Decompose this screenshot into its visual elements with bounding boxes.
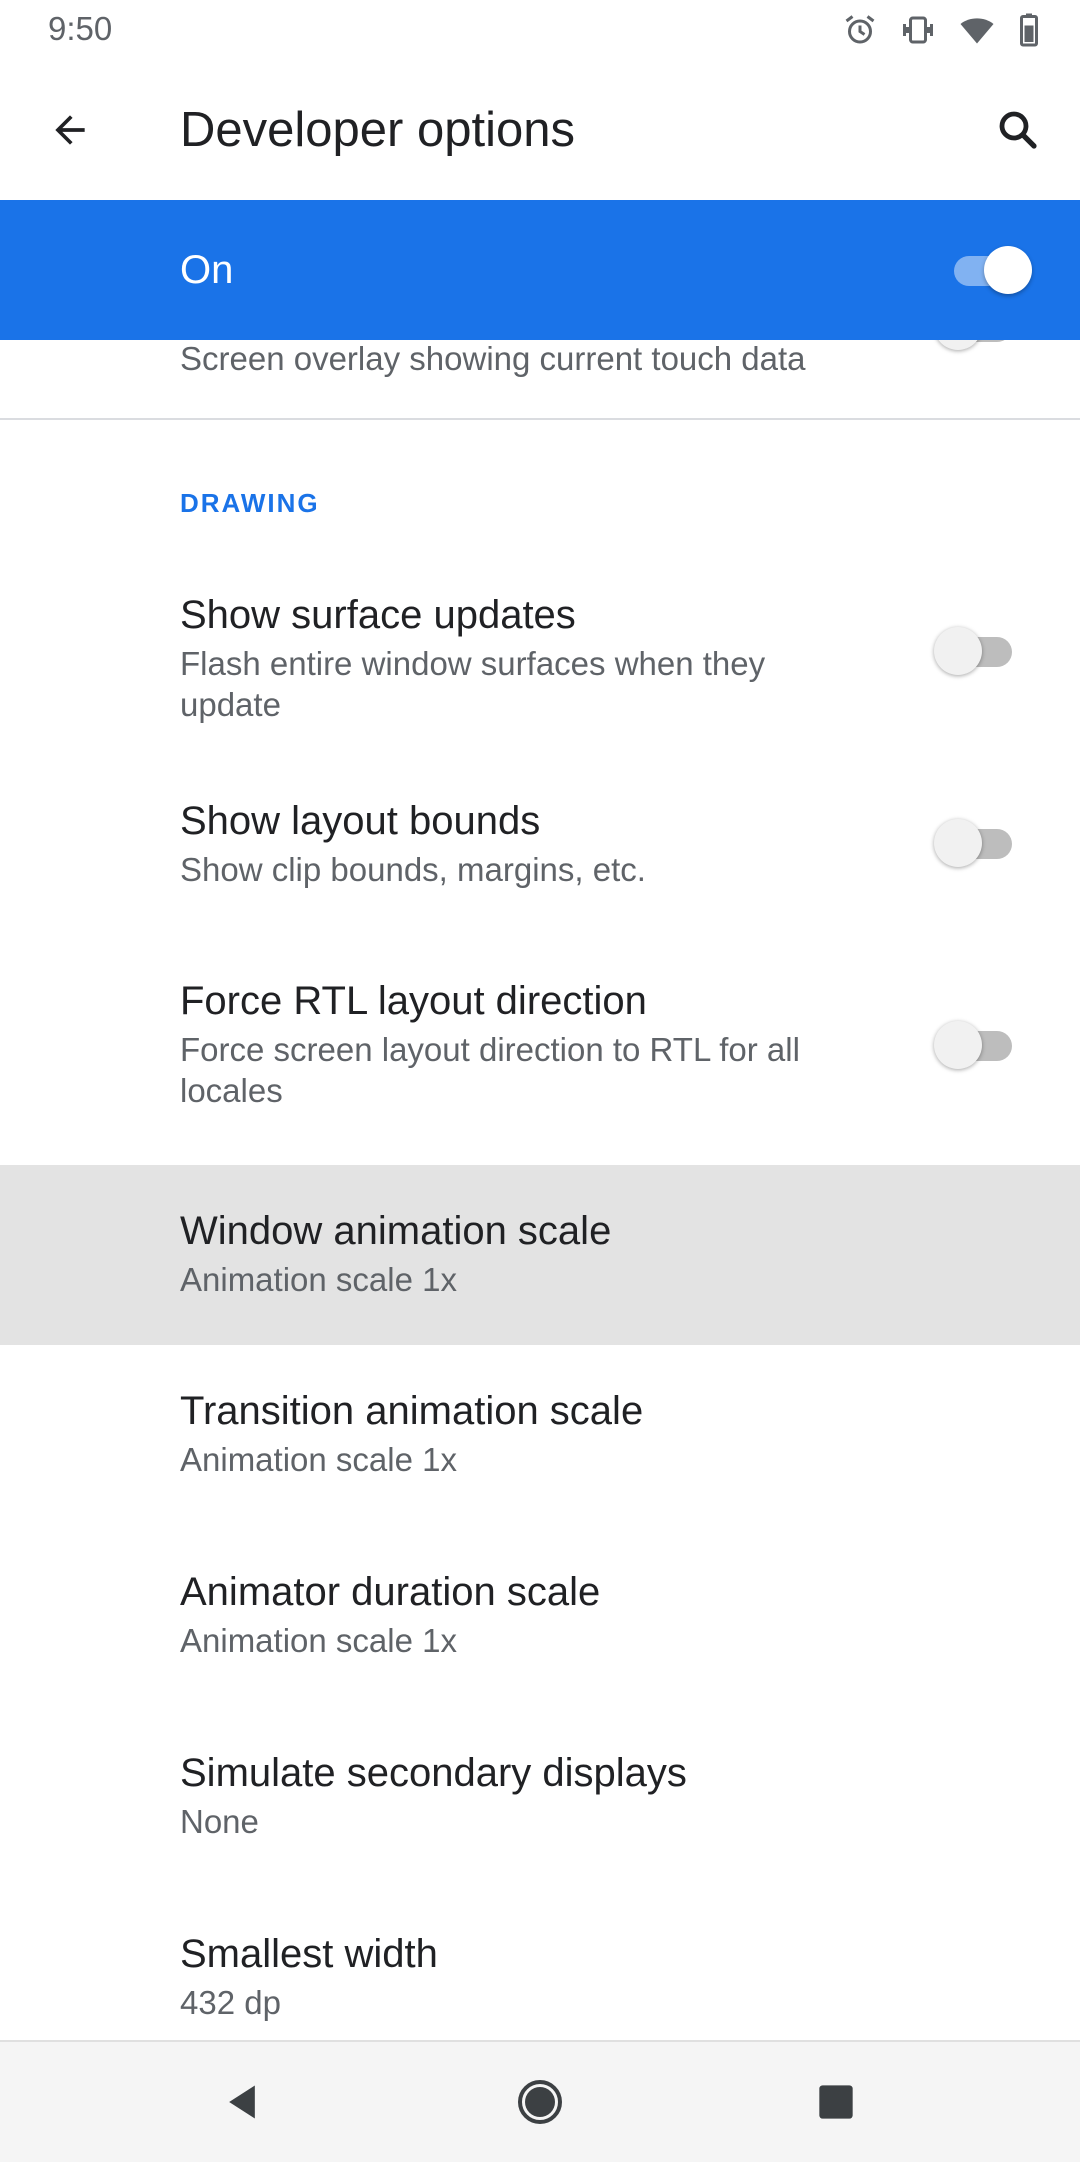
- switch-thumb: [934, 819, 982, 867]
- vibrate-icon: [900, 12, 936, 48]
- master-switch-label: On: [180, 248, 234, 292]
- switch-thumb: [984, 246, 1032, 294]
- battery-icon: [1018, 12, 1040, 48]
- pref-title: Window animation scale: [180, 1209, 612, 1253]
- divider: [0, 418, 1080, 420]
- pref-window-animation-scale[interactable]: Window animation scale Animation scale 1…: [0, 1165, 1080, 1345]
- pref-summary: 432 dp: [180, 1984, 281, 2021]
- search-button[interactable]: [986, 98, 1050, 162]
- switch-thumb: [934, 627, 982, 675]
- show-surface-updates-switch[interactable]: [934, 625, 1018, 677]
- master-switch-toggle[interactable]: [948, 244, 1032, 296]
- pref-summary: Flash entire window surfaces when they u…: [180, 645, 766, 723]
- pref-title: Force RTL layout direction: [180, 979, 647, 1023]
- status-time: 9:50: [48, 10, 113, 47]
- pref-animator-duration-scale[interactable]: Animator duration scale Animation scale …: [0, 1526, 1080, 1707]
- pref-title: Simulate secondary displays: [180, 1751, 687, 1795]
- nav-back-icon: [229, 2085, 255, 2119]
- wifi-icon: [958, 12, 996, 48]
- pref-show-layout-bounds[interactable]: Show layout bounds Show clip bounds, mar…: [0, 755, 1080, 935]
- alarm-icon: [842, 12, 878, 48]
- pref-summary: Animation scale 1x: [180, 1441, 457, 1478]
- category-drawing: DRAWING: [180, 488, 320, 518]
- pref-summary: Show clip bounds, margins, etc.: [180, 851, 646, 888]
- nav-recents-icon: [819, 2085, 853, 2119]
- pref-title: Transition animation scale: [180, 1389, 644, 1433]
- search-icon: [999, 111, 1037, 149]
- force-rtl-switch[interactable]: [934, 1019, 1018, 1071]
- pref-show-surface-updates[interactable]: Show surface updates Flash entire window…: [0, 565, 1080, 755]
- pointer-location-item[interactable]: Screen overlay showing current touch dat…: [0, 340, 1080, 420]
- status-icons: [842, 10, 1040, 50]
- pref-transition-animation-scale[interactable]: Transition animation scale Animation sca…: [0, 1345, 1080, 1526]
- pref-force-rtl[interactable]: Force RTL layout direction Force screen …: [0, 935, 1080, 1165]
- pref-summary: Force screen layout direction to RTL for…: [180, 1031, 800, 1109]
- page-title: Developer options: [180, 103, 575, 157]
- pref-simulate-secondary-displays[interactable]: Simulate secondary displays None: [0, 1707, 1080, 1888]
- nav-recents-button[interactable]: [806, 2072, 866, 2132]
- arrow-back-icon: [55, 115, 85, 145]
- pref-summary: Screen overlay showing current touch dat…: [180, 340, 806, 377]
- pref-title: Show surface updates: [180, 593, 576, 637]
- status-bar: 9:50: [0, 0, 1080, 60]
- pref-smallest-width[interactable]: Smallest width 432 dp: [0, 1888, 1080, 2040]
- back-button[interactable]: [40, 100, 100, 160]
- navigation-bar: [0, 2040, 1080, 2162]
- pref-title: Animator duration scale: [180, 1570, 601, 1614]
- pref-summary: Animation scale 1x: [180, 1622, 457, 1659]
- nav-home-icon: [518, 2080, 562, 2124]
- pointer-location-switch[interactable]: [934, 340, 1018, 352]
- nav-home-button[interactable]: [510, 2072, 570, 2132]
- pref-title: Smallest width: [180, 1932, 438, 1976]
- nav-back-button[interactable]: [212, 2072, 272, 2132]
- show-layout-bounds-switch[interactable]: [934, 817, 1018, 869]
- pref-title: Show layout bounds: [180, 799, 541, 843]
- settings-list[interactable]: Screen overlay showing current touch dat…: [0, 340, 1080, 2040]
- master-switch-bar[interactable]: On: [0, 200, 1080, 340]
- app-bar: Developer options: [0, 60, 1080, 200]
- pref-summary: Animation scale 1x: [180, 1261, 457, 1298]
- switch-thumb: [934, 340, 982, 350]
- switch-thumb: [934, 1021, 982, 1069]
- pref-summary: None: [180, 1803, 259, 1840]
